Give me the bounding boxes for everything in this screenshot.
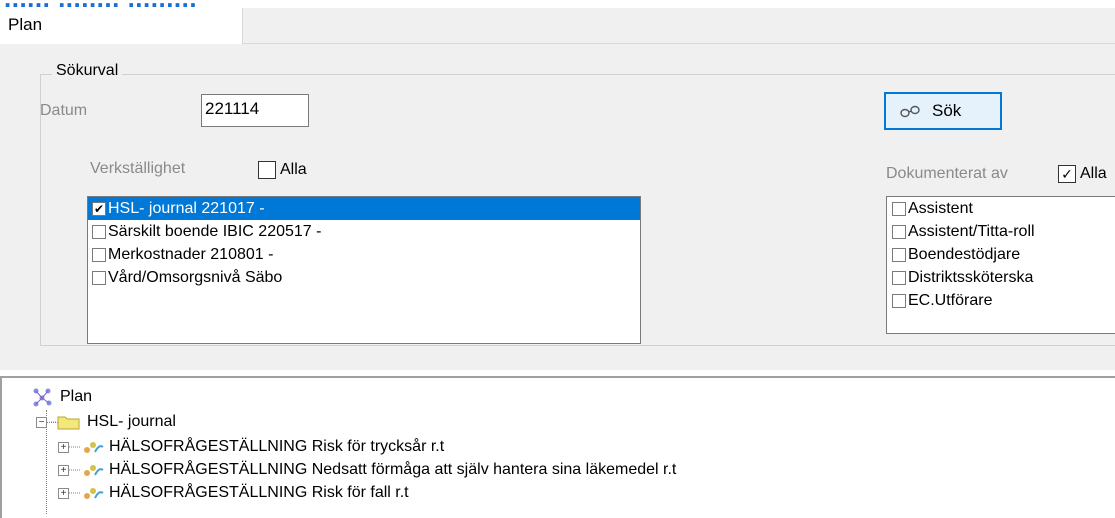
collapse-icon[interactable]: − [36,416,47,428]
tree-root-label: Plan [60,388,93,405]
dokumenterat-label: Dokumenterat av [886,165,1008,182]
expand-icon[interactable]: + [58,441,69,453]
list-item[interactable]: Assistent/Titta-roll [887,220,1115,243]
tab-bar: Plan [0,8,1115,45]
dokumenterat-listbox[interactable]: Assistent Assistent/Titta-roll Boendestö… [886,196,1115,334]
window-title-partial: ...... ........ ......... [4,0,197,8]
list-item[interactable]: EC.Utförare [887,289,1115,312]
question-node-icon [69,442,104,453]
expand-icon[interactable]: + [58,487,69,499]
search-button[interactable]: Sök [884,92,1002,130]
tab-plan[interactable]: Plan [0,8,243,45]
checkbox-checked-icon[interactable]: ✓ [1058,165,1076,183]
list-item[interactable]: Vård/Omsorgsnivå Säbo [88,266,640,289]
checkbox-icon[interactable] [92,247,106,262]
app-window: ...... ........ ......... Plan Sökurval … [0,0,1115,518]
alla-checkbox-left[interactable]: Alla [258,161,307,179]
list-item[interactable]: Särskilt boende IBIC 220517 - [88,220,640,243]
verkstallighet-listbox[interactable]: ✔ HSL- journal 221017 - Särskilt boende … [87,196,641,344]
list-item[interactable]: Assistent [887,197,1115,220]
tree-folder-label: HSL- journal [87,413,176,430]
plan-tree-icon [33,388,52,407]
expand-icon[interactable]: + [58,464,69,476]
window-title-strip: ...... ........ ......... [0,0,1115,8]
alla-right-label: Alla [1080,165,1107,182]
checkbox-icon[interactable] [892,247,906,262]
datum-label: Datum [40,102,88,119]
glasses-icon [900,105,920,118]
checkbox-icon[interactable] [892,270,906,285]
search-button-label: Sök [932,101,962,120]
question-node-icon [69,465,104,476]
tree-root[interactable]: Plan [32,386,92,408]
datum-input[interactable]: 221114 [201,94,309,127]
tree-item[interactable]: + HÄLSOFRÅGESTÄLLNING Risk för fall r.t [58,482,409,504]
group-title: Sökurval [52,62,123,80]
search-panel: Sökurval Datum 221114 Sök Verkställighet… [0,44,1115,370]
tree-folder[interactable]: − HSL- journal [36,411,176,433]
question-node-icon [69,488,104,499]
checkbox-icon[interactable] [892,224,906,239]
checkbox-box[interactable] [258,161,276,179]
checkbox-icon[interactable] [892,293,906,308]
list-item[interactable]: ✔ HSL- journal 221017 - [88,197,640,220]
checkbox-icon[interactable] [892,201,906,216]
checkbox-checked-icon[interactable]: ✔ [92,201,106,216]
tree-item[interactable]: + HÄLSOFRÅGESTÄLLNING Risk för trycksår … [58,436,444,458]
list-item[interactable]: Distriktssköterska [887,266,1115,289]
alla-checkbox-right[interactable]: ✓ Alla [1058,165,1107,183]
checkbox-icon[interactable] [92,224,106,239]
folder-icon [51,416,80,430]
plan-tree[interactable]: Plan − HSL- journal + HÄLSOFRÅGESTÄLLNIN… [0,376,1115,518]
alla-left-label: Alla [280,161,307,178]
tree-item[interactable]: + HÄLSOFRÅGESTÄLLNING Nedsatt förmåga at… [58,459,676,481]
checkbox-icon[interactable] [92,270,106,285]
list-item[interactable]: Boendestödjare [887,243,1115,266]
verkstallighet-label: Verkställighet [90,160,186,177]
list-item[interactable]: Merkostnader 210801 - [88,243,640,266]
